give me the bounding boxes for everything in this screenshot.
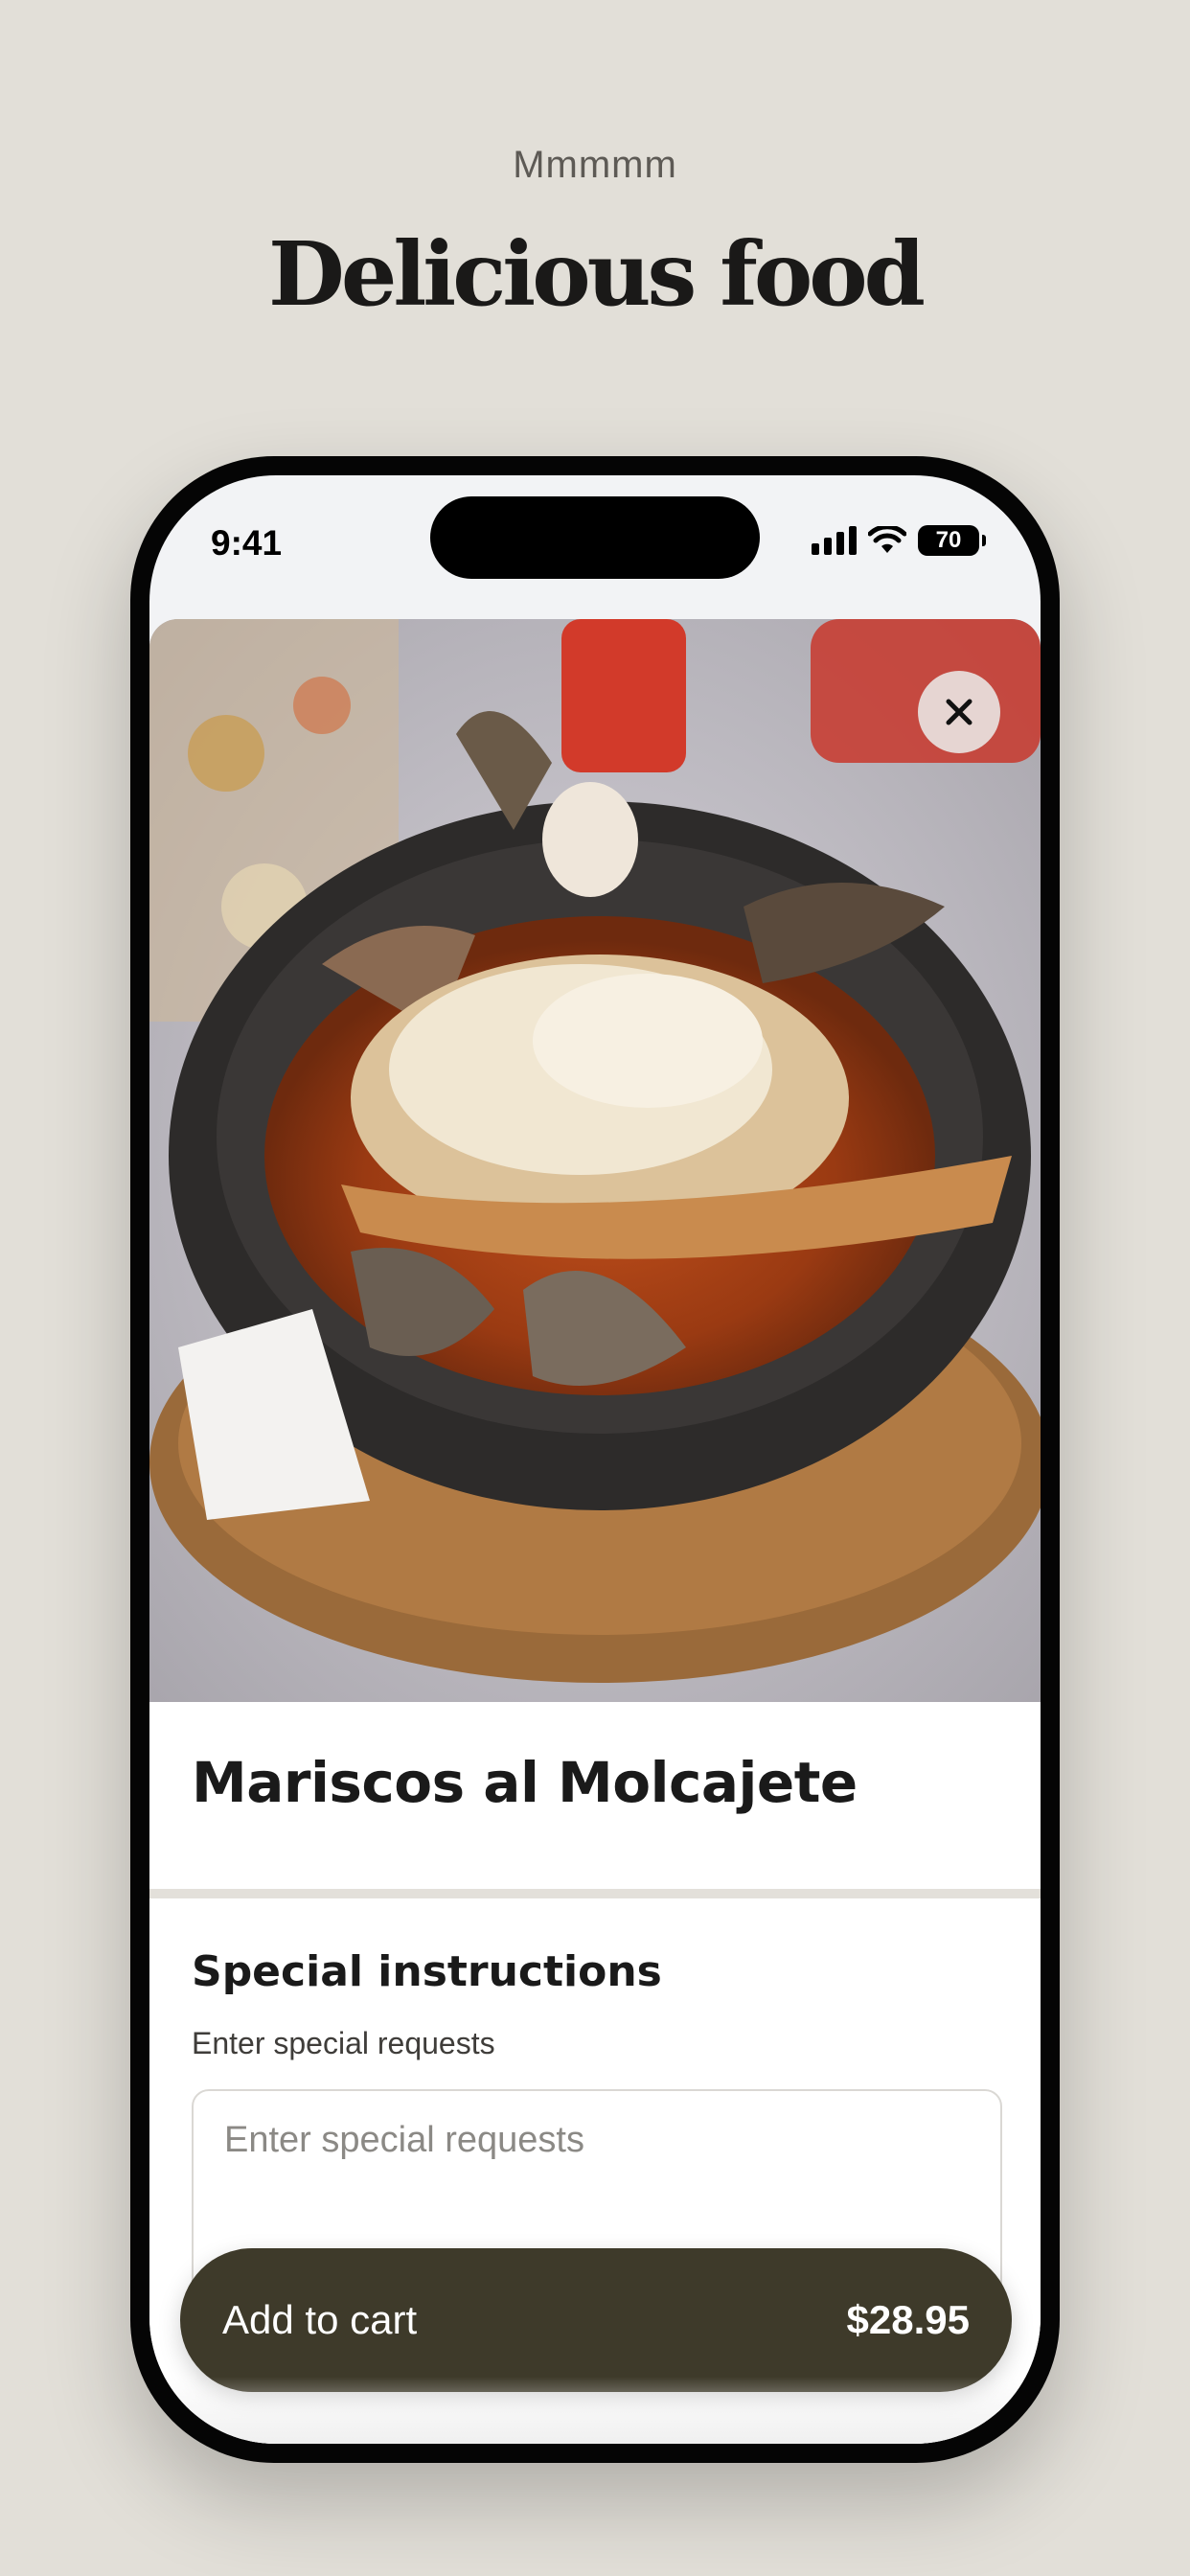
dynamic-island xyxy=(430,496,760,579)
special-instructions-title: Special instructions xyxy=(192,1947,662,1996)
item-sheet: Mariscos al Molcajete Special instructio… xyxy=(149,619,1041,2444)
wifi-icon xyxy=(868,526,906,553)
status-time: 9:41 xyxy=(211,523,283,563)
close-icon xyxy=(946,699,973,725)
bottom-fade xyxy=(149,2377,1041,2444)
add-to-cart-button[interactable]: Add to cart $28.95 xyxy=(180,2248,1012,2392)
add-to-cart-label: Add to cart xyxy=(222,2297,418,2342)
cart-price: $28.95 xyxy=(846,2297,970,2342)
eyebrow-text: Mmmmm xyxy=(513,144,677,186)
status-icons: 70 xyxy=(812,525,986,556)
phone-frame: 9:41 70 Mariscos al Molcajete Special in… xyxy=(130,456,1060,2463)
food-photo xyxy=(149,619,1041,1702)
item-title: Mariscos al Molcajete xyxy=(192,1750,858,1815)
phone-screen: 9:41 70 Mariscos al Molcajete Special in… xyxy=(149,475,1041,2444)
section-divider xyxy=(149,1889,1041,1898)
close-button[interactable] xyxy=(918,671,1000,753)
page-headline: Delicious food xyxy=(268,222,926,326)
cellular-signal-icon xyxy=(812,526,857,555)
special-instructions-subtitle: Enter special requests xyxy=(192,2026,495,2060)
battery-icon: 70 xyxy=(918,525,986,556)
food-image xyxy=(149,619,1041,1702)
